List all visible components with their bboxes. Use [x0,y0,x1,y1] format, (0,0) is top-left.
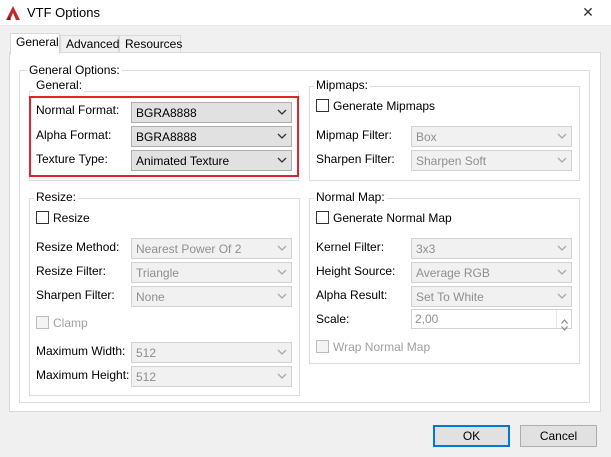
resize-sharpen-label: Sharpen Filter: [36,288,115,302]
checkbox-box [36,316,49,329]
checkbox-box [316,340,329,353]
chevron-down-icon [557,269,567,276]
resize-caption: Resize: [34,190,79,204]
kernel-filter-value: 3x3 [416,242,436,256]
chevron-down-icon [277,349,287,356]
generate-mipmaps-label: Generate Mipmaps [333,99,436,113]
highlight-annotation [29,96,299,177]
resize-checkbox[interactable]: Resize [36,210,116,226]
resize-label: Resize [53,211,90,225]
checkbox-box [36,211,49,224]
chevron-down-icon [557,133,567,140]
max-height-label: Maximum Height: [36,368,130,382]
resize-method-label: Resize Method: [36,240,120,254]
mipmap-sharpen-select[interactable]: Sharpen Soft [411,150,572,171]
checkbox-box [316,99,329,112]
alpha-result-value: Set To White [416,290,484,304]
resize-filter-select[interactable]: Triangle [131,262,292,283]
checkbox-box [316,211,329,224]
generate-mipmaps-checkbox[interactable]: Generate Mipmaps [316,98,456,114]
max-height-value: 512 [136,370,157,384]
normal-map-caption: Normal Map: [314,190,387,204]
spin-down-icon[interactable] [561,320,568,331]
wrap-normal-map-label: Wrap Normal Map [333,340,431,354]
general-options-caption: General Options: [27,63,122,77]
scale-spinner[interactable]: 2,00 [411,309,572,331]
spin-up-icon[interactable] [561,313,568,324]
kernel-filter-label: Kernel Filter: [316,240,385,254]
wrap-normal-map-checkbox[interactable]: Wrap Normal Map [316,339,446,355]
alpha-result-label: Alpha Result: [316,288,388,302]
resize-method-value: Nearest Power Of 2 [136,242,242,256]
scale-label: Scale: [316,312,350,326]
cancel-button[interactable]: Cancel [520,425,597,447]
max-width-value: 512 [136,346,157,360]
resize-filter-value: Triangle [136,266,179,280]
general-caption: General: [34,78,85,92]
max-height-select[interactable]: 512 [131,366,292,387]
resize-method-select[interactable]: Nearest Power Of 2 [131,238,292,259]
resize-sharpen-select[interactable]: None [131,286,292,307]
mipmap-sharpen-value: Sharpen Soft [416,154,487,168]
title-bar: VTF Options ✕ [0,0,611,26]
clamp-checkbox[interactable]: Clamp [36,315,116,331]
max-width-label: Maximum Width: [36,344,126,358]
resize-filter-label: Resize Filter: [36,264,107,278]
close-icon[interactable]: ✕ [565,0,611,26]
kernel-filter-select[interactable]: 3x3 [411,238,572,259]
chevron-down-icon [557,293,567,300]
chevron-down-icon [557,245,567,252]
mipmap-filter-label: Mipmap Filter: [316,128,393,142]
chevron-down-icon [277,373,287,380]
spinner-buttons[interactable] [556,310,571,331]
chevron-down-icon [277,269,287,276]
scale-value: 2,00 [415,312,439,326]
tab-general[interactable]: General [10,33,60,55]
height-source-label: Height Source: [316,264,396,278]
max-width-select[interactable]: 512 [131,342,292,363]
chevron-down-icon [277,293,287,300]
mipmap-filter-select[interactable]: Box [411,126,572,147]
mipmap-sharpen-label: Sharpen Filter: [316,152,395,166]
mipmaps-caption: Mipmaps: [314,78,371,92]
mipmap-filter-value: Box [416,130,437,144]
generate-normal-map-label: Generate Normal Map [333,211,452,225]
chevron-down-icon [277,245,287,252]
vtf-app-icon [5,5,21,21]
height-source-select[interactable]: Average RGB [411,262,572,283]
window-title: VTF Options [27,5,100,20]
clamp-label: Clamp [53,316,88,330]
chevron-down-icon [557,157,567,164]
alpha-result-select[interactable]: Set To White [411,286,572,307]
generate-normal-map-checkbox[interactable]: Generate Normal Map [316,210,466,226]
resize-sharpen-value: None [136,290,165,304]
ok-button[interactable]: OK [433,425,510,447]
height-source-value: Average RGB [416,266,490,280]
